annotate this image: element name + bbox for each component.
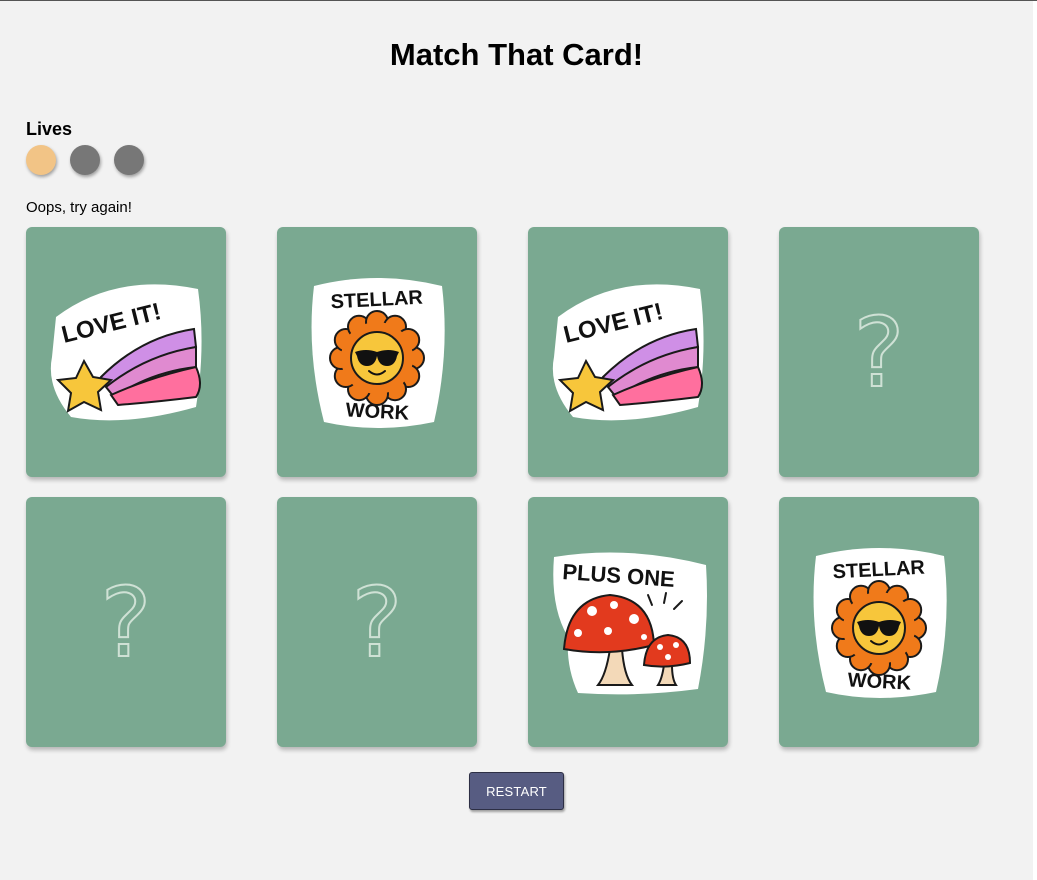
card-8[interactable]: STELLAR WORK	[779, 497, 979, 747]
stellar-work-sticker: STELLAR WORK	[311, 278, 445, 428]
question-mark-icon: ?	[351, 572, 404, 672]
card-6[interactable]: ?	[277, 497, 477, 747]
question-mark-icon: ?	[853, 302, 906, 402]
card-4[interactable]: ?	[779, 227, 979, 477]
love-it-sticker: LOVE IT!	[50, 284, 202, 421]
lives-label: Lives	[26, 119, 73, 139]
life-token-3	[114, 145, 144, 175]
card-1[interactable]: LOVE IT!	[26, 227, 226, 477]
card-back-glyph: ?	[352, 572, 403, 672]
life-token-2	[70, 145, 100, 175]
status-message: Oops, try again!	[26, 199, 132, 216]
lives-indicator	[26, 145, 144, 175]
card-back-glyph: ?	[854, 302, 905, 402]
card-2[interactable]: STELLAR WORK	[277, 227, 477, 477]
game-page: Match That Card! Lives Oops, try again! …	[0, 1, 1033, 880]
card-grid: LOVE IT! STELLAR WORK LOVE IT! ? ? ? PLU…	[26, 227, 979, 747]
card-3[interactable]: LOVE IT!	[528, 227, 728, 477]
plus-one-sticker: PLUS ONE	[553, 552, 707, 695]
card-7[interactable]: PLUS ONE	[528, 497, 728, 747]
card-5[interactable]: ?	[26, 497, 226, 747]
life-token-1	[26, 145, 56, 175]
question-mark-icon: ?	[100, 572, 153, 672]
love-it-sticker: LOVE IT!	[552, 284, 704, 421]
card-back-glyph: ?	[101, 572, 152, 672]
restart-button[interactable]: RESTART	[469, 772, 564, 810]
page-title: Match That Card!	[389, 37, 644, 72]
stellar-work-sticker: STELLAR WORK	[813, 548, 947, 698]
